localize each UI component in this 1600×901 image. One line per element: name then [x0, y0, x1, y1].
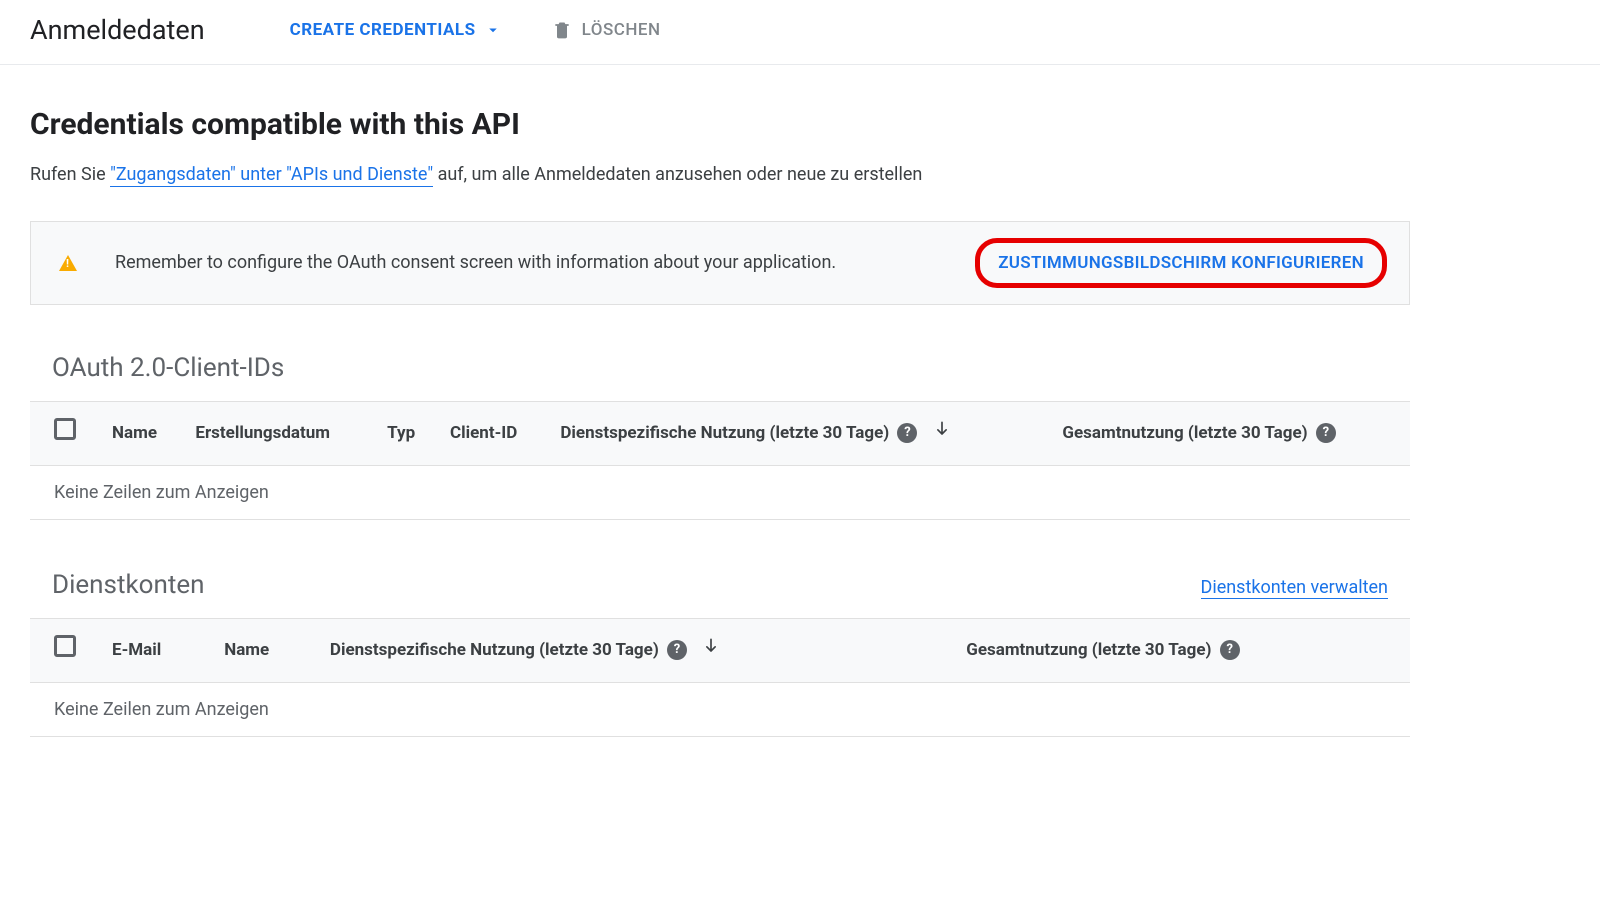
- create-credentials-button[interactable]: CREATE CREDENTIALS: [290, 20, 502, 40]
- top-bar: Anmeldedaten CREATE CREDENTIALS LÖSCHEN: [0, 0, 1600, 65]
- help-icon[interactable]: ?: [897, 423, 917, 443]
- banner-text: Remember to configure the OAuth consent …: [115, 252, 975, 273]
- configure-consent-button[interactable]: ZUSTIMMUNGSBILDSCHIRM KONFIGURIEREN: [975, 238, 1387, 288]
- col-email[interactable]: E-Mail: [100, 618, 212, 682]
- col-client-id[interactable]: Client-ID: [438, 401, 548, 465]
- help-icon[interactable]: ?: [1220, 640, 1240, 660]
- select-all-checkbox[interactable]: [54, 418, 76, 440]
- help-icon[interactable]: ?: [1316, 423, 1336, 443]
- empty-message: Keine Zeilen zum Anzeigen: [30, 682, 1410, 736]
- content-area: Credentials compatible with this API Ruf…: [0, 65, 1440, 817]
- oauth-header-row: Name Erstellungsdatum Typ Client-ID Dien…: [30, 401, 1410, 465]
- col-total-usage-label: Gesamtnutzung (letzte 30 Tage): [966, 640, 1211, 660]
- empty-row: Keine Zeilen zum Anzeigen: [30, 465, 1410, 519]
- service-heading: Dienstkonten: [52, 570, 204, 600]
- trash-icon: [552, 20, 572, 40]
- manage-service-accounts-link[interactable]: Dienstkonten verwalten: [1201, 577, 1389, 599]
- delete-button[interactable]: LÖSCHEN: [552, 20, 661, 40]
- empty-message: Keine Zeilen zum Anzeigen: [30, 465, 1410, 519]
- section-description: Rufen Sie "Zugangsdaten" unter "APIs und…: [30, 160, 1410, 191]
- col-total-usage-label: Gesamtnutzung (letzte 30 Tage): [1062, 423, 1307, 443]
- col-name[interactable]: Name: [100, 401, 183, 465]
- col-total-usage[interactable]: Gesamtnutzung (letzte 30 Tage) ?: [1050, 401, 1410, 465]
- col-created[interactable]: Erstellungsdatum: [183, 401, 375, 465]
- arrow-down-icon: [932, 419, 952, 448]
- oauth-clients-section: OAuth 2.0-Client-IDs Name Erstellungsdat…: [30, 353, 1410, 520]
- credentials-link[interactable]: "Zugangsdaten" unter "APIs und Dienste": [110, 164, 433, 187]
- desc-post: auf, um alle Anmeldedaten anzusehen oder…: [433, 164, 922, 185]
- chevron-down-icon: [484, 21, 502, 39]
- page-title: Anmeldedaten: [30, 14, 205, 46]
- empty-row: Keine Zeilen zum Anzeigen: [30, 682, 1410, 736]
- desc-pre: Rufen Sie: [30, 164, 110, 185]
- col-service-usage[interactable]: Dienstspezifische Nutzung (letzte 30 Tag…: [318, 618, 954, 682]
- col-service-usage[interactable]: Dienstspezifische Nutzung (letzte 30 Tag…: [548, 401, 1050, 465]
- delete-label: LÖSCHEN: [582, 20, 661, 40]
- service-accounts-section: Dienstkonten Dienstkonten verwalten E-Ma…: [30, 570, 1410, 737]
- oauth-heading: OAuth 2.0-Client-IDs: [52, 353, 1410, 383]
- service-table: E-Mail Name Dienstspezifische Nutzung (l…: [30, 618, 1410, 737]
- col-type[interactable]: Typ: [375, 401, 438, 465]
- arrow-down-icon: [701, 636, 721, 665]
- create-credentials-label: CREATE CREDENTIALS: [290, 20, 476, 40]
- col-total-usage[interactable]: Gesamtnutzung (letzte 30 Tage) ?: [954, 618, 1410, 682]
- section-heading: Credentials compatible with this API: [30, 107, 1410, 142]
- col-service-usage-label: Dienstspezifische Nutzung (letzte 30 Tag…: [330, 640, 659, 660]
- oauth-table: Name Erstellungsdatum Typ Client-ID Dien…: [30, 401, 1410, 520]
- warning-icon: [59, 255, 77, 271]
- col-name[interactable]: Name: [212, 618, 318, 682]
- select-all-checkbox[interactable]: [54, 635, 76, 657]
- consent-banner: Remember to configure the OAuth consent …: [30, 221, 1410, 305]
- help-icon[interactable]: ?: [667, 640, 687, 660]
- service-header-row: E-Mail Name Dienstspezifische Nutzung (l…: [30, 618, 1410, 682]
- col-service-usage-label: Dienstspezifische Nutzung (letzte 30 Tag…: [560, 423, 889, 443]
